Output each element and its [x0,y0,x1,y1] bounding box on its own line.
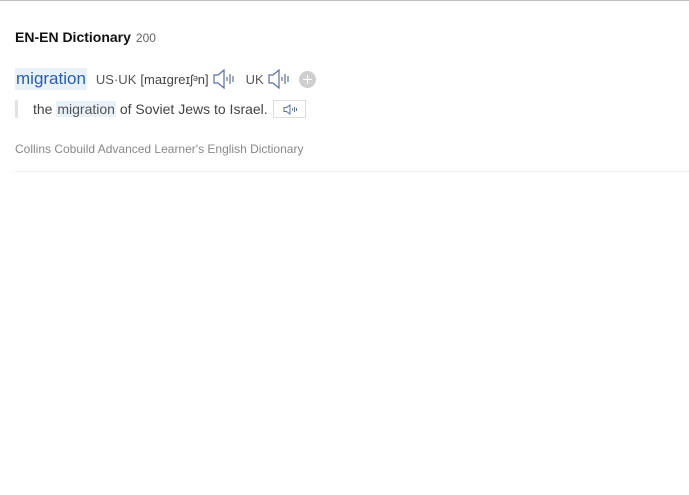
example-sentence: the migration of Soviet Jews to Israel. [15,99,306,119]
pronunciation-us-uk: US·UK [maɪɡreɪʃᵊn] [95,68,237,90]
entry-row: migration US·UK [maɪɡreɪʃᵊn] UK [15,67,316,91]
example-after: of Soviet Jews to Israel. [115,101,268,117]
dictionary-panel: EN-EN Dictionary 200 migration US·UK [ma… [15,29,689,172]
speaker-icon[interactable] [268,68,292,90]
plus-icon[interactable] [298,70,316,88]
speaker-icon [283,104,297,115]
example-highlight[interactable]: migration [56,101,116,117]
dictionary-source[interactable]: Collins Cobuild Advanced Learner's Engli… [15,142,303,156]
top-border [0,0,689,1]
headword[interactable]: migration [15,68,87,90]
pronunciation-label: US·UK [95,71,137,87]
example-bar [15,100,18,118]
example-before: the [33,101,57,117]
example-speaker-button[interactable] [272,100,306,118]
pronunciation-label: UK [245,71,264,87]
pronunciation-uk: UK [245,68,292,90]
speaker-icon[interactable] [213,68,237,90]
divider [15,171,689,172]
dictionary-title: EN-EN Dictionary [15,29,131,45]
dictionary-header: EN-EN Dictionary 200 [15,29,689,47]
phonetic-text: [maɪɡreɪʃᵊn] [140,71,209,87]
dictionary-count: 200 [135,31,156,45]
example-text: the migration of Soviet Jews to Israel. [33,101,268,117]
